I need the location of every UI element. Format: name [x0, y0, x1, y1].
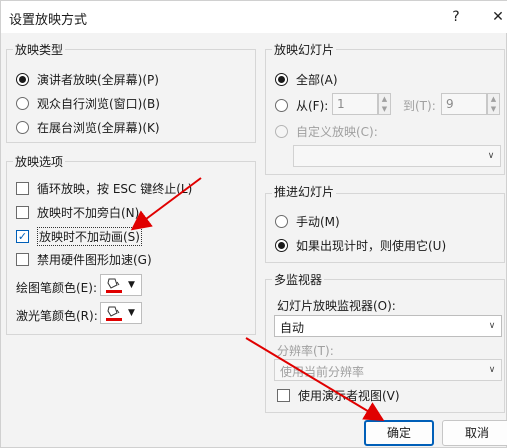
checkbox-label: 循环放映，按 ESC 键终止(L) — [37, 182, 193, 196]
resolution-dropdown[interactable]: 使用当前分辨率 ∨ — [274, 359, 502, 381]
checkbox-presenter-view[interactable]: 使用演示者视图(V) — [277, 387, 400, 404]
chevron-down-icon: ∨ — [488, 321, 496, 331]
radio-indicator[interactable] — [16, 121, 29, 134]
radio-label: 自定义放映(C): — [296, 125, 378, 139]
close-button[interactable]: ✕ — [486, 5, 507, 29]
resolution-value: 使用当前分辨率 — [280, 365, 365, 379]
chevron-up-icon[interactable]: ▲ — [488, 94, 499, 104]
chevron-down-icon: ∨ — [487, 151, 495, 161]
show-slides-title: 放映幻灯片 — [272, 41, 337, 58]
chevron-down-icon: ∨ — [488, 365, 496, 375]
cancel-button[interactable]: 取消 — [442, 420, 507, 446]
monitor-value: 自动 — [280, 321, 305, 335]
radio-indicator[interactable] — [275, 99, 288, 112]
show-options-title: 放映选项 — [13, 153, 66, 170]
radio-indicator[interactable] — [275, 215, 288, 228]
radio-use-timings[interactable]: 如果出现计时，则使用它(U) — [275, 237, 446, 254]
checkbox-label: 放映时不加旁白(N) — [37, 206, 140, 220]
checkbox-no-animation[interactable]: ✓ 放映时不加动画(S) — [16, 227, 142, 246]
pen-color-swatch — [106, 290, 122, 293]
radio-label: 全部(A) — [296, 73, 338, 87]
checkbox-box[interactable] — [16, 253, 29, 266]
chevron-down-icon: ▼ — [128, 308, 135, 318]
checkbox-label: 禁用硬件图形加速(G) — [37, 253, 152, 267]
radio-label: 演讲者放映(全屏幕)(P) — [37, 73, 159, 87]
ok-button[interactable]: 确定 — [364, 420, 434, 446]
radio-indicator[interactable] — [275, 125, 288, 138]
radio-manual-advance[interactable]: 手动(M) — [275, 213, 340, 230]
radio-indicator[interactable] — [16, 73, 29, 86]
laser-color-picker[interactable]: ▼ — [100, 302, 142, 324]
chevron-down-icon: ▼ — [128, 280, 135, 290]
checkbox-disable-hw-acceleration[interactable]: 禁用硬件图形加速(G) — [16, 251, 152, 268]
radio-label: 手动(M) — [296, 215, 340, 229]
chevron-up-icon[interactable]: ▲ — [379, 94, 390, 104]
to-slide-input[interactable]: 9 — [441, 93, 487, 115]
radio-all-slides[interactable]: 全部(A) — [275, 71, 338, 88]
chevron-down-icon[interactable]: ▼ — [488, 104, 499, 114]
pen-color-label: 绘图笔颜色(E): — [16, 281, 97, 295]
laser-color-label: 激光笔颜色(R): — [16, 309, 98, 323]
radio-label: 从(F): — [296, 99, 329, 113]
laser-color-swatch — [106, 318, 122, 321]
multiple-monitors-title: 多监视器 — [272, 271, 325, 288]
radio-presenter-full-screen[interactable]: 演讲者放映(全屏幕)(P) — [16, 71, 159, 88]
chevron-down-icon[interactable]: ▼ — [379, 104, 390, 114]
radio-kiosk-full-screen[interactable]: 在展台浏览(全屏幕)(K) — [16, 119, 160, 136]
checkbox-box[interactable] — [16, 206, 29, 219]
to-slide-stepper[interactable]: ▲ ▼ — [487, 93, 500, 115]
radio-label: 如果出现计时，则使用它(U) — [296, 239, 447, 253]
help-button[interactable]: ? — [444, 5, 468, 29]
paint-bucket-icon — [106, 277, 122, 293]
radio-from-slide[interactable]: 从(F): — [275, 97, 328, 114]
radio-indicator[interactable] — [275, 73, 288, 86]
show-type-title: 放映类型 — [13, 41, 66, 58]
title-bar: 设置放映方式 ? ✕ — [1, 1, 507, 33]
to-slide-label: 到(T): — [403, 99, 436, 113]
radio-indicator[interactable] — [275, 239, 288, 252]
set-up-show-dialog: 设置放映方式 ? ✕ 放映类型 演讲者放映(全屏幕)(P) 观众自行浏览(窗口)… — [0, 0, 507, 448]
checkmark-icon[interactable]: ✓ — [16, 230, 29, 243]
checkbox-box[interactable] — [16, 182, 29, 195]
monitor-label: 幻灯片放映监视器(O): — [277, 299, 396, 313]
checkbox-box[interactable] — [277, 389, 290, 402]
checkbox-no-narration[interactable]: 放映时不加旁白(N) — [16, 204, 139, 221]
dialog-title: 设置放映方式 — [9, 13, 88, 28]
checkbox-label: 使用演示者视图(V) — [298, 389, 400, 403]
custom-show-dropdown[interactable]: ∨ — [293, 145, 501, 167]
from-slide-input[interactable]: 1 — [332, 93, 378, 115]
resolution-label: 分辨率(T): — [277, 344, 334, 358]
monitor-dropdown[interactable]: 自动 ∨ — [274, 315, 502, 337]
radio-indicator[interactable] — [16, 97, 29, 110]
checkbox-label: 放映时不加动画(S) — [37, 227, 142, 246]
advance-slides-title: 推进幻灯片 — [272, 183, 337, 200]
radio-label: 观众自行浏览(窗口)(B) — [37, 97, 160, 111]
checkbox-loop-until-esc[interactable]: 循环放映，按 ESC 键终止(L) — [16, 180, 192, 197]
paint-bucket-icon — [106, 305, 122, 321]
radio-audience-window[interactable]: 观众自行浏览(窗口)(B) — [16, 95, 160, 112]
radio-custom-show[interactable]: 自定义放映(C): — [275, 123, 378, 140]
radio-label: 在展台浏览(全屏幕)(K) — [37, 121, 160, 135]
from-slide-stepper[interactable]: ▲ ▼ — [378, 93, 391, 115]
pen-color-picker[interactable]: ▼ — [100, 274, 142, 296]
